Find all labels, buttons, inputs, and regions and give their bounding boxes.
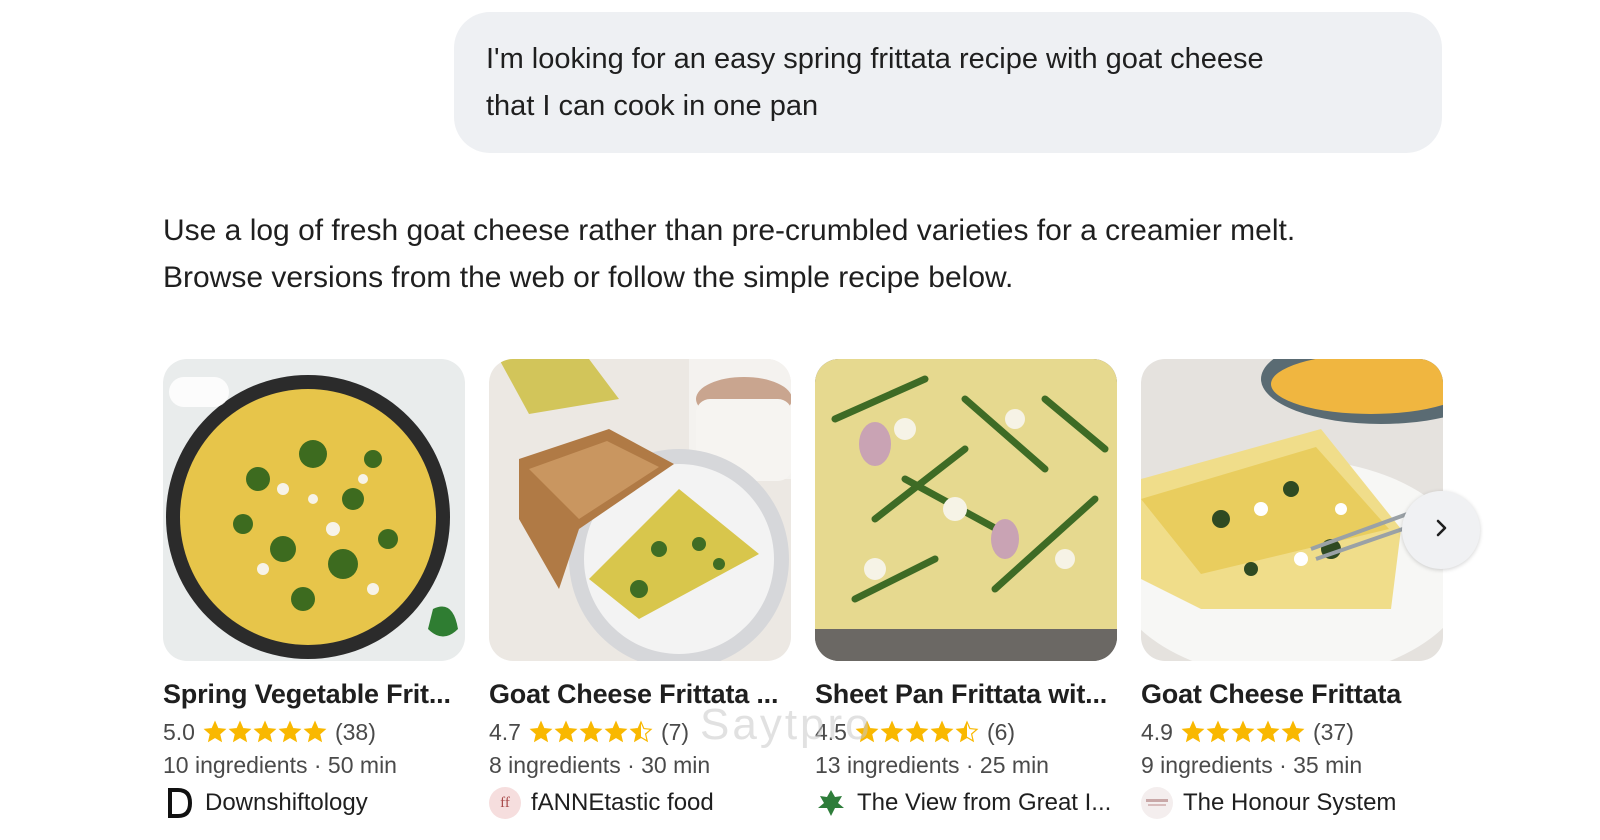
recipe-rating: 4.5 (6) [815, 717, 1117, 747]
recipe-image[interactable] [815, 359, 1117, 661]
recipe-title[interactable]: Sheet Pan Frittata wit... [815, 679, 1117, 710]
source-name: The View from Great I... [857, 789, 1112, 816]
star-icon [253, 720, 277, 743]
star-icon [629, 720, 653, 743]
recipe-title[interactable]: Spring Vegetable Frit... [163, 679, 465, 710]
leaf-logo-icon [815, 787, 847, 819]
fannetastic-logo-icon: ff [489, 787, 521, 819]
star-icon [855, 720, 879, 743]
recipe-card[interactable]: Sheet Pan Frittata wit... 4.5 (6) 13 ing… [815, 359, 1117, 829]
recipe-image[interactable] [489, 359, 791, 661]
star-icon [1231, 720, 1255, 743]
recipe-rating: 4.9 (37) [1141, 717, 1443, 747]
star-icon [278, 720, 302, 743]
review-count: (7) [660, 718, 690, 745]
star-rating [529, 720, 653, 744]
star-icon [228, 720, 252, 743]
star-icon [604, 720, 628, 743]
carousel-next-button[interactable] [1402, 491, 1480, 569]
recipe-source[interactable]: ff fANNEtastic food [489, 787, 791, 819]
user-message-line-2: that I can cook in one pan [486, 90, 819, 122]
recipe-card[interactable]: Goat Cheese Frittata 4.9 (37) 9 ingredie… [1141, 359, 1443, 829]
star-icon [880, 720, 904, 743]
star-icon [1256, 720, 1280, 743]
recipe-meta: 9 ingredients · 35 min [1141, 752, 1363, 778]
star-icon [554, 720, 578, 743]
rating-value: 4.5 [815, 718, 847, 745]
recipe-carousel: Spring Vegetable Frit... 5.0 (38) 10 ing… [163, 359, 1443, 829]
star-icon [1206, 720, 1230, 743]
review-count: (6) [986, 718, 1016, 745]
downshiftology-logo-icon [163, 787, 195, 819]
chevron-right-icon [1430, 517, 1452, 544]
recipe-image[interactable] [163, 359, 465, 661]
source-name: fANNEtastic food [531, 789, 714, 816]
star-rating [855, 720, 979, 744]
honour-system-logo-icon [1141, 787, 1173, 819]
answer-line-2: Browse versions from the web or follow t… [163, 261, 1014, 294]
assistant-answer: Use a log of fresh goat cheese rather th… [163, 207, 1453, 301]
star-icon [930, 720, 954, 743]
rating-value: 5.0 [163, 718, 195, 745]
star-icon [1281, 720, 1305, 743]
answer-line-1: Use a log of fresh goat cheese rather th… [163, 214, 1296, 247]
star-icon [905, 720, 929, 743]
star-rating [203, 720, 327, 744]
review-count: (37) [1312, 718, 1354, 745]
star-icon [1181, 720, 1205, 743]
star-icon [529, 720, 553, 743]
recipe-rating: 4.7 (7) [489, 717, 791, 747]
user-message-bubble: I'm looking for an easy spring frittata … [454, 12, 1442, 153]
user-message-line-1: I'm looking for an easy spring frittata … [486, 43, 1264, 75]
star-icon [955, 720, 979, 743]
recipe-source[interactable]: Downshiftology [163, 787, 465, 819]
star-icon [203, 720, 227, 743]
star-icon [303, 720, 327, 743]
star-rating [1181, 720, 1305, 744]
rating-value: 4.9 [1141, 718, 1173, 745]
recipe-image[interactable] [1141, 359, 1443, 661]
star-icon [579, 720, 603, 743]
recipe-title[interactable]: Goat Cheese Frittata ... [489, 679, 791, 710]
recipe-source[interactable]: The Honour System [1141, 787, 1443, 819]
recipe-meta: 10 ingredients · 50 min [163, 752, 397, 778]
recipe-card[interactable]: Spring Vegetable Frit... 5.0 (38) 10 ing… [163, 359, 465, 829]
source-name: The Honour System [1183, 789, 1397, 816]
recipe-card[interactable]: Goat Cheese Frittata ... 4.7 (7) 8 ingre… [489, 359, 791, 829]
recipe-meta: 8 ingredients · 30 min [489, 752, 711, 778]
recipe-source[interactable]: The View from Great I... [815, 787, 1117, 819]
recipe-meta: 13 ingredients · 25 min [815, 752, 1049, 778]
recipe-title[interactable]: Goat Cheese Frittata [1141, 679, 1443, 710]
rating-value: 4.7 [489, 718, 521, 745]
source-name: Downshiftology [205, 789, 368, 816]
recipe-rating: 5.0 (38) [163, 717, 465, 747]
review-count: (38) [334, 718, 376, 745]
